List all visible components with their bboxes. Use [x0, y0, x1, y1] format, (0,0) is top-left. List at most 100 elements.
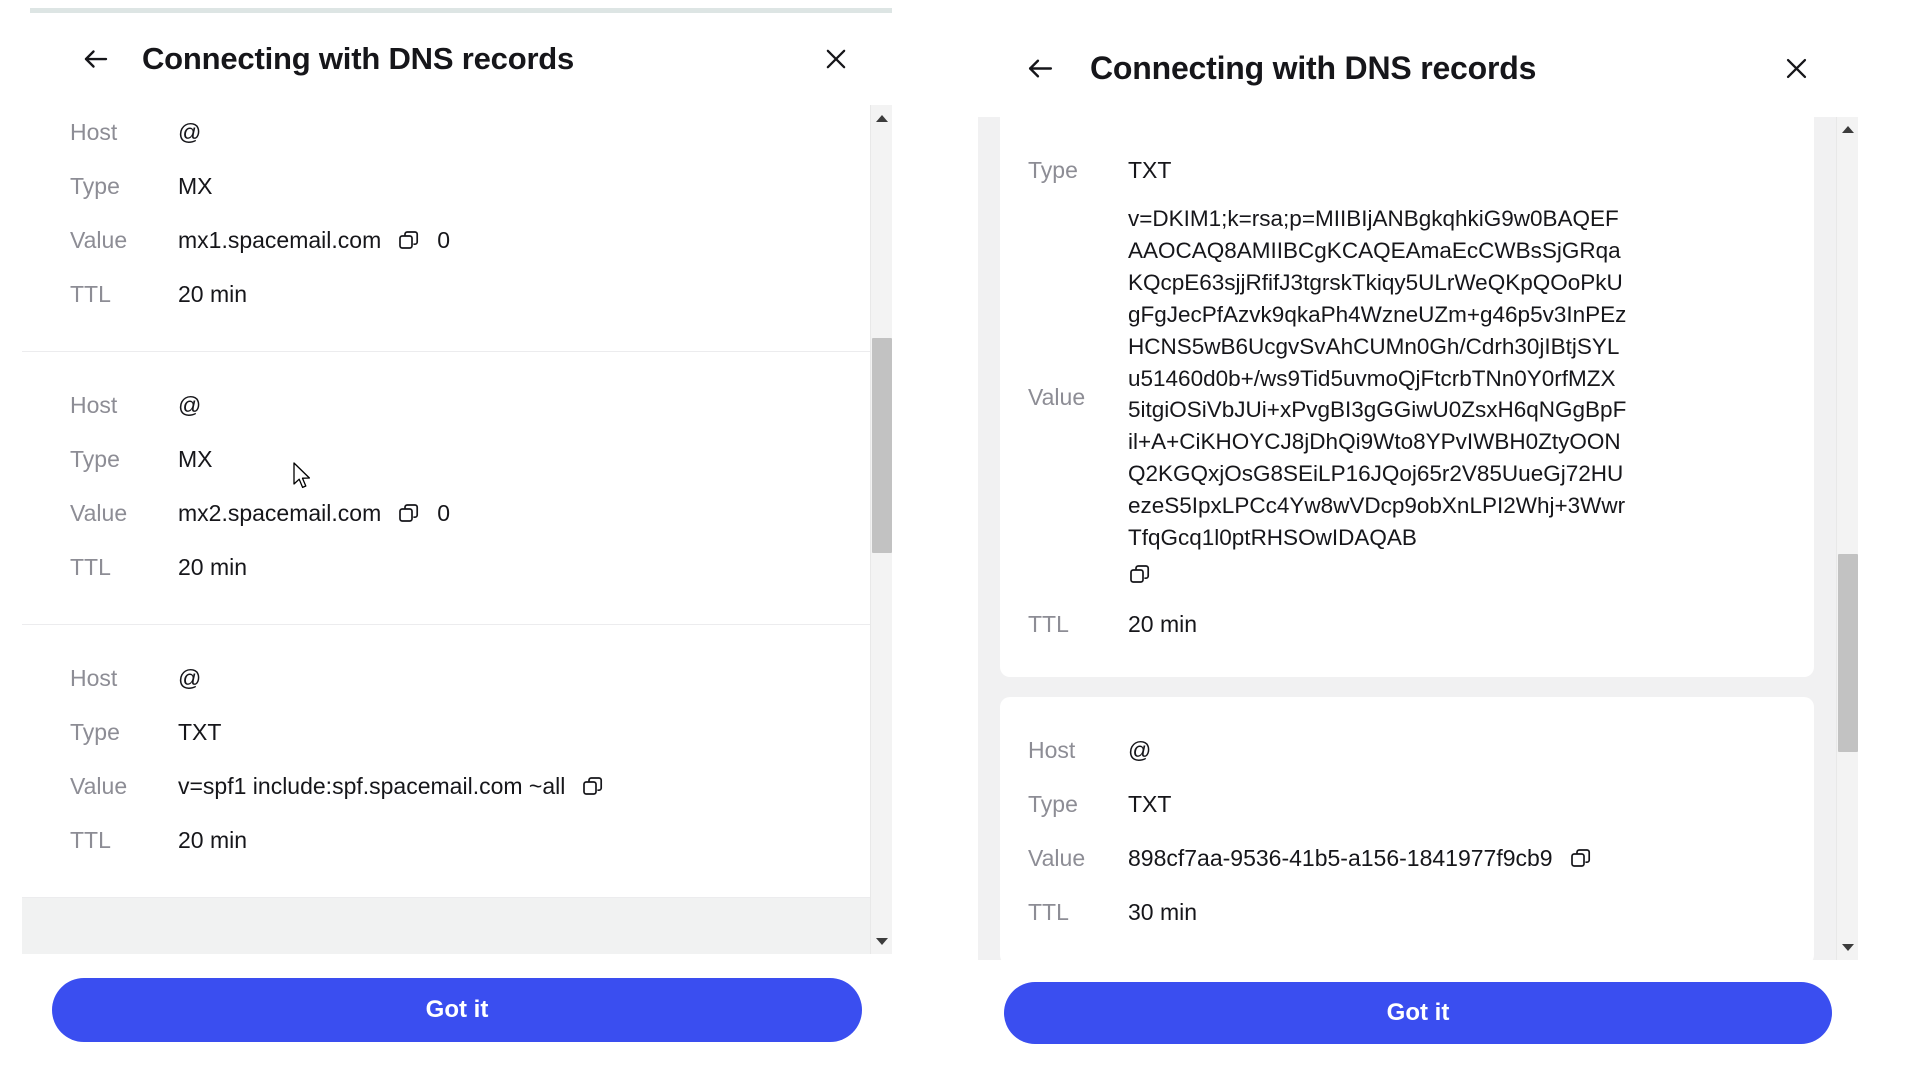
- row-label: Host: [1028, 737, 1076, 764]
- row-label: Value: [70, 773, 128, 799]
- got-it-button[interactable]: Got it: [1004, 982, 1832, 1044]
- value-text: mx1.spacemail.com: [178, 227, 382, 253]
- arrow-left-icon: [1025, 53, 1056, 84]
- row-value: 20 min: [178, 267, 247, 321]
- row-value: TXT: [1128, 143, 1171, 197]
- row-value: TXT: [178, 705, 221, 759]
- record-row-value: Value mx1.spacemail.com 0: [22, 213, 870, 267]
- close-button[interactable]: [1774, 47, 1818, 91]
- arrow-left-icon: [81, 44, 111, 74]
- value-text: mx2.spacemail.com: [178, 500, 382, 526]
- got-it-button[interactable]: Got it: [52, 978, 862, 1042]
- dialog-footer-left: Got it: [22, 954, 892, 1080]
- vertical-scrollbar-right[interactable]: [1836, 116, 1859, 960]
- dialog-header-right: Connecting with DNS records: [978, 20, 1858, 117]
- value-text: TXT: [1128, 156, 1172, 183]
- value-text: 20 min: [1128, 611, 1198, 638]
- value-text: TXT: [178, 719, 222, 745]
- row-value: @: [1128, 723, 1151, 777]
- back-button[interactable]: [74, 37, 118, 81]
- row-value: @: [178, 105, 201, 159]
- value-text: 30 min: [1128, 899, 1198, 926]
- row-value: 20 min: [1128, 597, 1197, 651]
- vertical-scrollbar-left[interactable]: [870, 105, 892, 954]
- row-value: 20 min: [178, 540, 247, 594]
- scrollbar-track[interactable]: [871, 131, 893, 928]
- records-scroll-area-right[interactable]: Type TXT Value v=DKIM1;k=rsa;p=MIIBIjANB…: [978, 116, 1859, 960]
- row-label: Host: [70, 392, 118, 418]
- close-icon: [822, 45, 850, 73]
- scrollbar-track[interactable]: [1837, 143, 1859, 934]
- scroll-up-button[interactable]: [871, 105, 893, 131]
- back-button[interactable]: [1018, 47, 1062, 91]
- record-row-ttl: TTL 20 min: [22, 267, 870, 321]
- copy-button[interactable]: [1569, 846, 1593, 870]
- row-label: Type: [70, 446, 120, 472]
- value-text: 20 min: [178, 281, 248, 307]
- record-row-ttl: TTL 20 min: [22, 813, 870, 867]
- record-row-ttl: TTL 30 min: [1000, 885, 1814, 939]
- row-label: Host: [70, 665, 118, 691]
- row-label: Type: [1028, 156, 1078, 183]
- dialog-footer-right: Got it: [978, 960, 1858, 1080]
- row-label: Value: [1028, 845, 1086, 872]
- row-value: mx2.spacemail.com 0: [178, 486, 450, 540]
- record-row-ttl: TTL 20 min: [1000, 597, 1814, 651]
- chevron-up-icon: [875, 114, 888, 122]
- value-text: @: [178, 665, 202, 691]
- chevron-down-icon: [1841, 943, 1854, 951]
- record-row-type: Type TXT: [1000, 777, 1814, 831]
- row-label: Value: [70, 227, 128, 253]
- row-label: Type: [70, 719, 120, 745]
- close-button[interactable]: [814, 37, 858, 81]
- record-row-host: Host @: [22, 105, 870, 159]
- row-label: TTL: [1028, 899, 1069, 926]
- dns-record-card: Host @ Type MX Value mx1.spacemail.com 0…: [22, 105, 870, 352]
- copy-button[interactable]: [581, 774, 605, 798]
- dns-record-card: Type TXT Value v=DKIM1;k=rsa;p=MIIBIjANB…: [1000, 116, 1814, 678]
- record-row-type: Type TXT: [22, 705, 870, 759]
- copy-button[interactable]: [1128, 562, 1152, 586]
- copy-button-wrap: [1128, 562, 1628, 595]
- scroll-down-button[interactable]: [871, 928, 893, 954]
- scroll-up-button[interactable]: [1837, 117, 1859, 143]
- row-value: v=DKIM1;k=rsa;p=MIIBIjANBgkqhkiG9w0BAQEF…: [1128, 197, 1628, 597]
- record-row-value: Value v=spf1 include:spf.spacemail.com ~…: [22, 759, 870, 813]
- scroll-down-button[interactable]: [1837, 934, 1859, 960]
- value-text: 20 min: [178, 827, 248, 853]
- copy-button[interactable]: [397, 501, 421, 525]
- copy-button[interactable]: [397, 228, 421, 252]
- row-label: Type: [1028, 791, 1078, 818]
- page-title: Connecting with DNS records: [142, 41, 575, 76]
- record-row-value: Value mx2.spacemail.com 0: [22, 486, 870, 540]
- chevron-up-icon: [1841, 126, 1854, 134]
- dns-record-card: Host @ Type MX Value mx2.spacemail.com 0…: [22, 352, 870, 625]
- row-label: Host: [70, 119, 118, 145]
- row-value: v=spf1 include:spf.spacemail.com ~all: [178, 759, 605, 813]
- mx-priority: 0: [437, 500, 451, 526]
- record-row-type: Type MX: [22, 159, 870, 213]
- record-row-type: Type MX: [22, 432, 870, 486]
- copy-icon: [1569, 846, 1593, 870]
- record-row-value: Value v=DKIM1;k=rsa;p=MIIBIjANBgkqhkiG9w…: [1000, 197, 1814, 597]
- record-row-host: Host @: [22, 651, 870, 705]
- copy-icon: [1128, 562, 1152, 586]
- page-title: Connecting with DNS records: [1090, 50, 1537, 87]
- records-scroll-area-left[interactable]: Host @ Type MX Value mx1.spacemail.com 0…: [22, 105, 892, 954]
- chevron-down-icon: [875, 937, 888, 945]
- row-value: 30 min: [1128, 885, 1197, 939]
- value-text: @: [1128, 737, 1152, 764]
- value-text: MX: [178, 173, 213, 199]
- row-value: 898cf7aa-9536-41b5-a156-1841977f9cb9: [1128, 831, 1593, 885]
- records-list-left: Host @ Type MX Value mx1.spacemail.com 0…: [22, 105, 870, 954]
- row-value: TXT: [1128, 777, 1171, 831]
- record-row-host: Host @: [22, 378, 870, 432]
- mx-priority: 0: [437, 227, 451, 253]
- records-list-right: Type TXT Value v=DKIM1;k=rsa;p=MIIBIjANB…: [978, 116, 1836, 960]
- dialog-header-left: Connecting with DNS records: [22, 13, 892, 105]
- copy-icon: [581, 774, 605, 798]
- scrollbar-thumb[interactable]: [1837, 554, 1858, 753]
- record-row-value: Value 898cf7aa-9536-41b5-a156-1841977f9c…: [1000, 831, 1814, 885]
- scrollbar-thumb[interactable]: [871, 338, 892, 554]
- value-text: 20 min: [178, 554, 248, 580]
